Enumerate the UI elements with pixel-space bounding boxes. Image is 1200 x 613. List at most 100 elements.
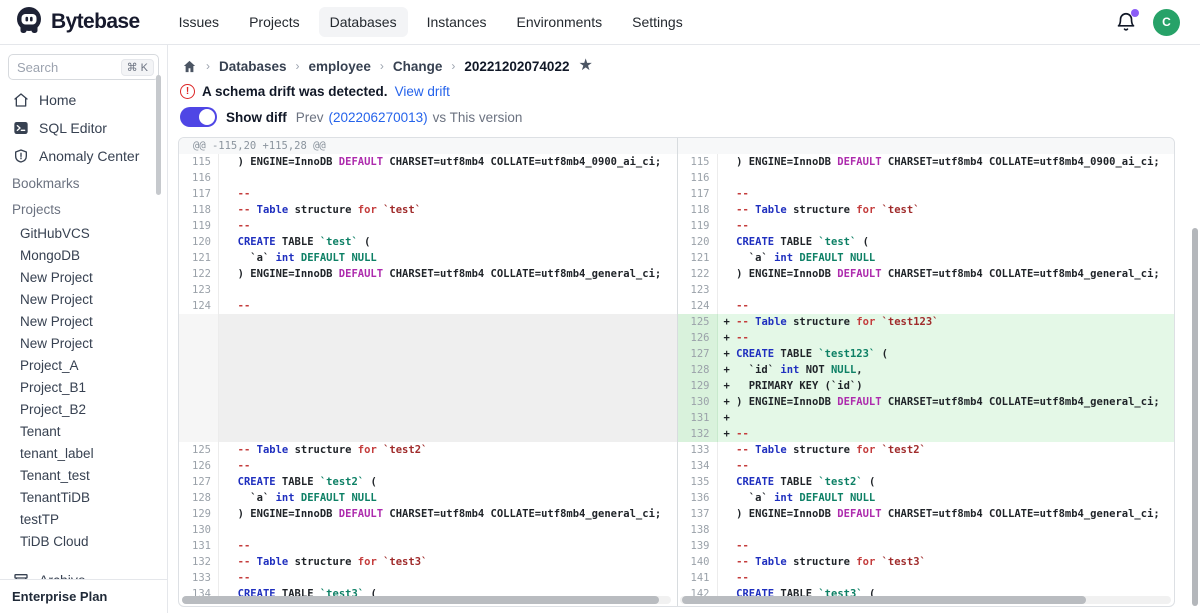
line-number: 133	[179, 570, 219, 586]
sidebar-project-item[interactable]: MongoDB	[0, 244, 167, 266]
avatar[interactable]: C	[1153, 9, 1180, 36]
diff-line: 122 ) ENGINE=InnoDB DEFAULT CHARSET=utf8…	[678, 266, 1175, 282]
page-vertical-scrollbar[interactable]	[1192, 228, 1198, 606]
diff-line: 135 CREATE TABLE `test2` (	[678, 474, 1175, 490]
nav-item-projects[interactable]: Projects	[238, 7, 311, 37]
line-code: ) ENGINE=InnoDB DEFAULT CHARSET=utf8mb4 …	[219, 506, 677, 522]
line-number: 119	[678, 218, 718, 234]
diff-line: 117 --	[678, 186, 1175, 202]
line-number: 132	[179, 554, 219, 570]
line-code: +	[718, 410, 1175, 426]
line-number: 136	[678, 490, 718, 506]
sidebar-item-home[interactable]: Home	[0, 86, 167, 114]
diff-line: 119 --	[678, 218, 1175, 234]
line-number: 120	[179, 234, 219, 250]
nav-item-environments[interactable]: Environments	[506, 7, 614, 37]
diff-line: 126 --	[179, 458, 677, 474]
primary-nav: Issues Projects Databases Instances Environm…	[168, 7, 694, 37]
line-number: 117	[179, 186, 219, 202]
line-number: 125	[678, 314, 718, 330]
show-diff-toggle[interactable]	[180, 107, 217, 127]
nav-right: C	[1115, 9, 1186, 36]
diff-line: 115 ) ENGINE=InnoDB DEFAULT CHARSET=utf8…	[678, 154, 1175, 170]
line-number: 129	[678, 378, 718, 394]
sidebar-project-item[interactable]: GitHubVCS	[0, 222, 167, 244]
breadcrumb-separator: ›	[296, 59, 300, 73]
line-code: `a` int DEFAULT NULL	[219, 490, 677, 506]
line-code: --	[718, 458, 1175, 474]
line-code: `a` int DEFAULT NULL	[219, 250, 677, 266]
line-code	[718, 282, 1175, 298]
line-code: --	[219, 218, 677, 234]
line-code: CREATE TABLE `test2` (	[219, 474, 677, 490]
line-number: 138	[678, 522, 718, 538]
breadcrumb-item-databases[interactable]: Databases	[219, 59, 287, 74]
diff-line: 132 -- Table structure for `test3`	[179, 554, 677, 570]
view-drift-link[interactable]: View drift	[395, 84, 450, 99]
schema-drift-alert: ! A schema drift was detected. View drif…	[180, 84, 450, 99]
breadcrumb-item-employee[interactable]: employee	[309, 59, 371, 74]
nav-item-issues[interactable]: Issues	[168, 7, 230, 37]
diff-line: 124 --	[678, 298, 1175, 314]
sidebar-project-item[interactable]: New Project	[0, 332, 167, 354]
sidebar-project-item[interactable]: Project_B2	[0, 398, 167, 420]
line-number: 120	[678, 234, 718, 250]
sidebar-project-item[interactable]: tenant_label	[0, 442, 167, 464]
sidebar-item-anomaly-center[interactable]: Anomaly Center	[0, 142, 167, 170]
diff-line: 138	[678, 522, 1175, 538]
right-hscroll-thumb[interactable]	[682, 596, 1086, 604]
sidebar-project-item[interactable]: TenantTiDB	[0, 486, 167, 508]
breadcrumb-item-change[interactable]: Change	[393, 59, 443, 74]
sidebar-project-item[interactable]: TiDB Cloud	[0, 530, 167, 552]
line-number: 126	[179, 458, 219, 474]
alert-text: A schema drift was detected.	[202, 84, 388, 99]
notifications-bell-icon[interactable]	[1115, 11, 1137, 33]
nav-item-settings[interactable]: Settings	[621, 7, 694, 37]
diff-line: 129 ) ENGINE=InnoDB DEFAULT CHARSET=utf8…	[179, 506, 677, 522]
sidebar-project-item[interactable]: Project_B1	[0, 376, 167, 398]
bookmark-star-icon[interactable]: ★	[578, 58, 592, 74]
line-code: -- Table structure for `test2`	[219, 442, 677, 458]
line-code: ) ENGINE=InnoDB DEFAULT CHARSET=utf8mb4 …	[219, 154, 677, 170]
diff-line: 126+ --	[678, 330, 1175, 346]
prev-version-link[interactable]: (202206270013)	[329, 110, 428, 125]
line-code: ) ENGINE=InnoDB DEFAULT CHARSET=utf8mb4 …	[718, 154, 1175, 170]
line-code	[219, 170, 677, 186]
line-code: --	[219, 458, 677, 474]
anomaly-center-icon	[13, 148, 29, 164]
sidebar-item-sql-editor[interactable]: SQL Editor	[0, 114, 167, 142]
bytebase-logo[interactable]: Bytebase	[14, 5, 140, 40]
sidebar-item-label: Home	[39, 92, 76, 108]
sidebar-project-item[interactable]: New Project	[0, 266, 167, 288]
sidebar-project-item[interactable]: Project_A	[0, 354, 167, 376]
nav-item-databases[interactable]: Databases	[319, 7, 408, 37]
sidebar-project-item[interactable]: testTP	[0, 508, 167, 530]
diff-pane-current: 115 ) ENGINE=InnoDB DEFAULT CHARSET=utf8…	[677, 138, 1175, 606]
sidebar-project-item[interactable]: New Project	[0, 310, 167, 332]
diff-line: 128 `a` int DEFAULT NULL	[179, 490, 677, 506]
main-content: › Databases › employee › Change › 202212…	[168, 45, 1200, 613]
sidebar-project-item[interactable]: New Project	[0, 288, 167, 310]
line-code: ) ENGINE=InnoDB DEFAULT CHARSET=utf8mb4 …	[718, 506, 1175, 522]
diff-line: 133 --	[179, 570, 677, 586]
search-input[interactable]: Search ⌘ K	[8, 54, 159, 80]
notification-dot	[1131, 9, 1139, 17]
sidebar-scrollbar[interactable]	[156, 75, 161, 195]
diff-pane-previous: @@ -115,20 +115,28 @@115 ) ENGINE=InnoDB…	[179, 138, 677, 606]
line-code: `a` int DEFAULT NULL	[718, 490, 1175, 506]
line-code: + CREATE TABLE `test123` (	[718, 346, 1175, 362]
line-number: 115	[179, 154, 219, 170]
left-hscroll-thumb[interactable]	[182, 596, 659, 604]
home-icon[interactable]	[182, 59, 197, 74]
sidebar-project-item[interactable]: Tenant	[0, 420, 167, 442]
nav-item-instances[interactable]: Instances	[416, 7, 498, 37]
diff-line: 123	[678, 282, 1175, 298]
diff-gap-filler	[179, 314, 677, 442]
search-shortcut-badge: ⌘ K	[121, 59, 154, 76]
diff-line: 125 -- Table structure for `test2`	[179, 442, 677, 458]
app-root: Bytebase Issues Projects Databases Instance…	[0, 0, 1200, 613]
diff-line: 121 `a` int DEFAULT NULL	[179, 250, 677, 266]
diff-line: 120 CREATE TABLE `test` (	[678, 234, 1175, 250]
sidebar-project-item[interactable]: Tenant_test	[0, 464, 167, 486]
sidebar-item-label: SQL Editor	[39, 120, 107, 136]
